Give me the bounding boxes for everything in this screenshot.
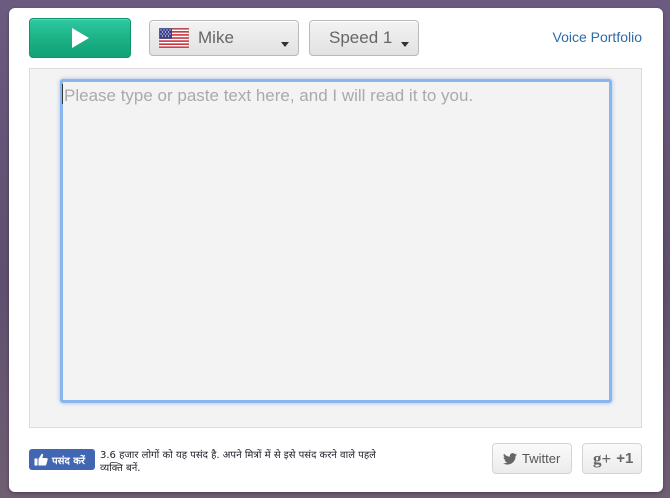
speed-select[interactable]: Speed 1 xyxy=(309,20,419,56)
speed-label: Speed 1 xyxy=(329,28,393,47)
text-cursor xyxy=(62,84,63,104)
play-button[interactable] xyxy=(29,18,131,58)
voice-label: Mike xyxy=(198,28,234,47)
voice-portfolio-link[interactable]: Voice Portfolio xyxy=(553,29,643,45)
play-icon xyxy=(72,28,89,48)
caret-down-icon xyxy=(281,42,289,47)
thumbs-up-icon xyxy=(34,453,48,466)
twitter-label: Twitter xyxy=(522,451,561,466)
twitter-bird-icon xyxy=(503,452,517,465)
facebook-like-button[interactable]: पसंद करें xyxy=(29,449,95,470)
editor-panel xyxy=(29,68,642,428)
plus-one-label: +1 xyxy=(616,450,634,467)
like-count-text: 3.6 हजार लोगों को यह पसंद है. अपने मित्र… xyxy=(100,450,376,474)
google-plus-icon: g+ xyxy=(593,448,612,468)
like-label: पसंद करें xyxy=(52,455,86,467)
reader-card: Mike Speed 1 Voice Portfolio पसंद करें 3… xyxy=(9,8,663,492)
text-input[interactable] xyxy=(60,79,612,403)
us-flag-icon xyxy=(159,28,189,48)
caret-down-icon xyxy=(401,42,409,47)
twitter-button[interactable]: Twitter xyxy=(492,443,572,474)
voice-select[interactable]: Mike xyxy=(149,20,299,56)
google-plus-button[interactable]: g+ +1 xyxy=(582,443,642,474)
